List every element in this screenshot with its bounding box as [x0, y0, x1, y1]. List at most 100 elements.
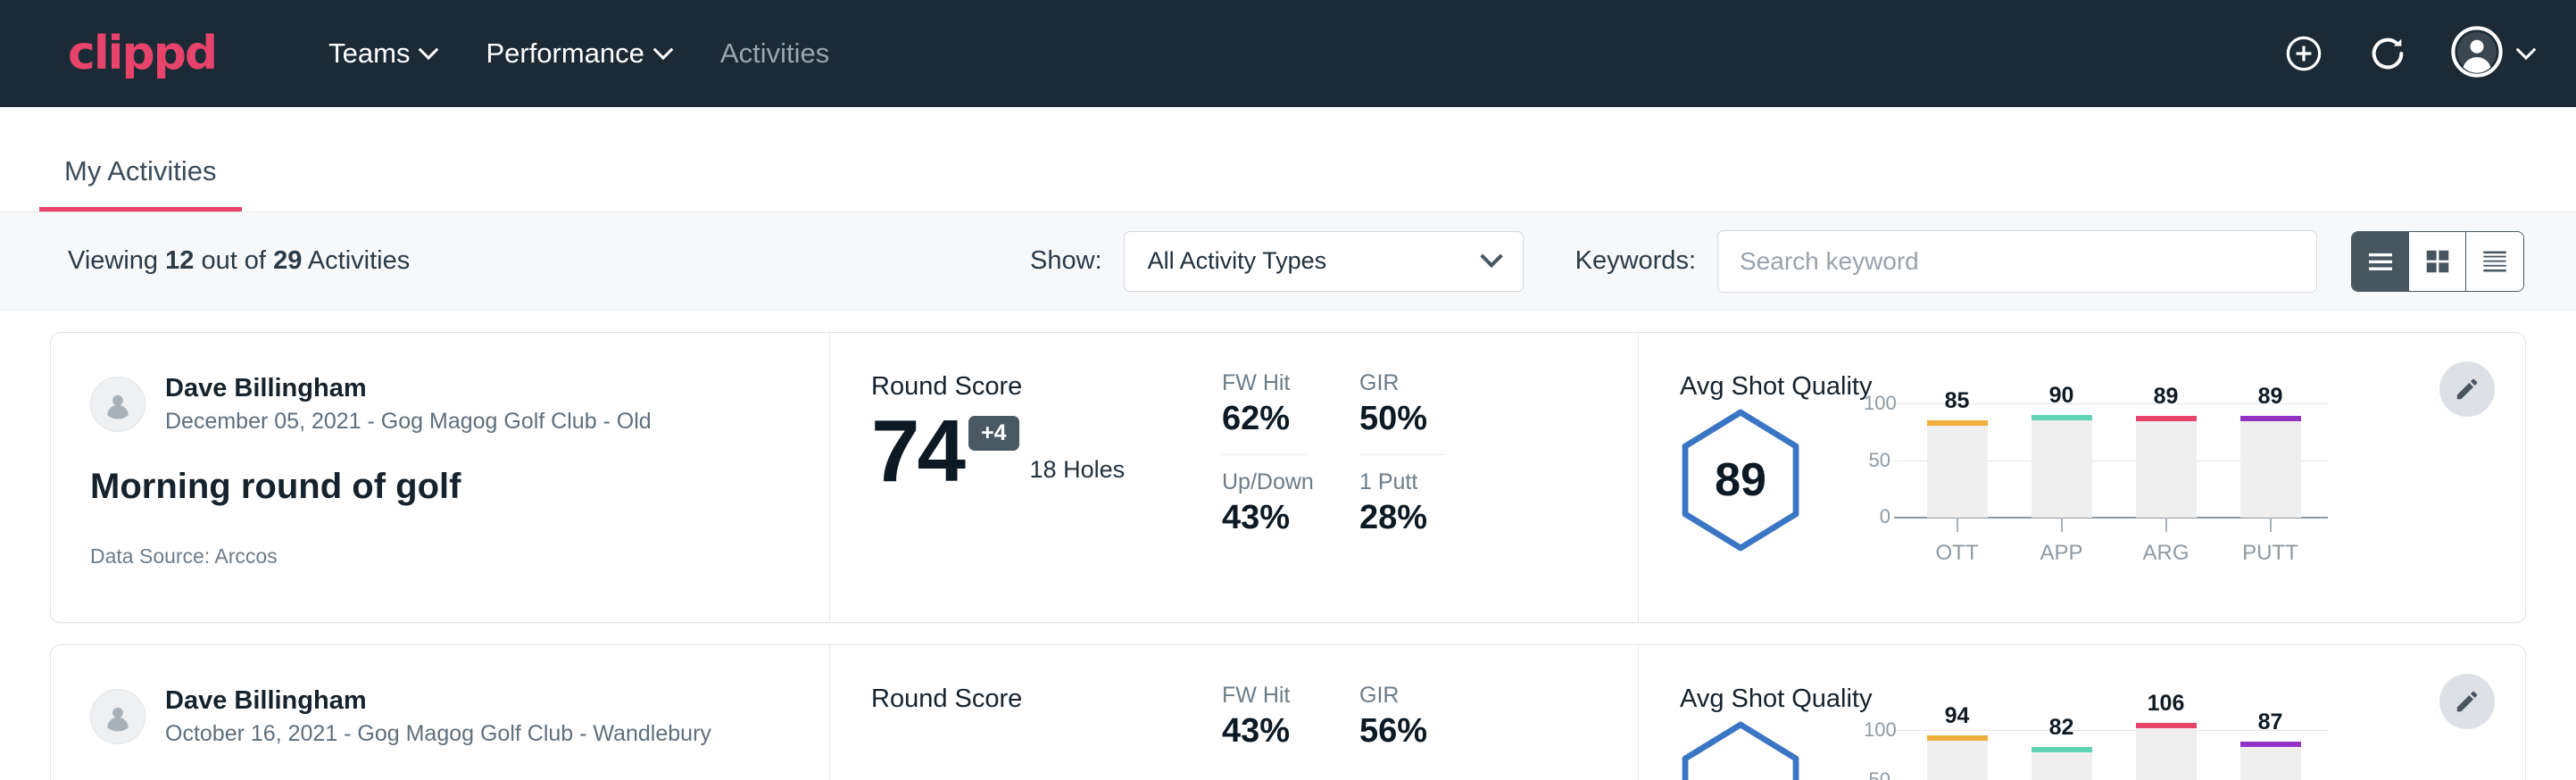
player-name: Dave Billingham [165, 685, 711, 717]
shot-quality-label: Avg Shot Quality [1680, 685, 2525, 714]
stat-group-right: GIR 50% 1 Putt 28% [1359, 370, 1445, 622]
bar-cap [2240, 742, 2301, 747]
bar-value: 89 [2218, 384, 2323, 410]
player-identity: Dave Billingham December 05, 2021 - Gog … [90, 372, 829, 436]
bar-ott [1927, 735, 1988, 780]
stats-column: FW Hit 62% Up/Down 43% GIR 50% 1 Putt 28… [1222, 333, 1638, 622]
stat-value: 56% [1359, 712, 1445, 751]
tick-mark [2270, 518, 2272, 532]
main-nav: Teams Performance Activities [303, 25, 854, 82]
y-tick-100: 100 [1864, 718, 1890, 742]
refresh-icon[interactable] [2367, 33, 2408, 74]
shot-quality-hexagon: 89 [1680, 409, 1801, 552]
bar-cap [1927, 735, 1988, 741]
nav-item-activities[interactable]: Activities [695, 25, 854, 82]
chart-x-axis: OTT APP ARG [1905, 518, 2323, 566]
user-menu[interactable] [2451, 26, 2533, 82]
header-actions [2283, 26, 2533, 82]
bar-cap [2136, 416, 2197, 421]
player-name: Dave Billingham [165, 372, 652, 404]
avatar [90, 689, 145, 744]
shot-quality-body: 89 100 50 0 85 [1680, 403, 2525, 552]
activity-type-select[interactable]: All Activity Types [1124, 231, 1524, 292]
tick-mark [2165, 518, 2167, 532]
chart-bars: 94 82 [1905, 716, 2323, 780]
app-header: clippd Teams Performance Activities [0, 0, 2576, 107]
chevron-down-icon [2516, 39, 2537, 60]
bar-value: 87 [2218, 709, 2323, 735]
x-tick: PUTT [2218, 518, 2323, 566]
shot-quality-column: Avg Shot Quality 89 100 50 0 [1638, 333, 2525, 622]
viewing-count-text: Viewing 12 out of 29 Activities [68, 246, 410, 276]
stat-group-left: FW Hit 62% Up/Down 43% [1222, 370, 1308, 622]
edit-activity-button[interactable] [2439, 361, 2495, 417]
viewing-middle: out of [201, 246, 266, 275]
shot-quality-column: Avg Shot Quality 100 50 0 [1638, 645, 2525, 780]
stat-label: GIR [1359, 370, 1445, 396]
bar-value: 90 [2009, 383, 2114, 409]
shot-quality-value [1680, 721, 1801, 780]
list-view-button[interactable] [2352, 232, 2409, 291]
bar-slot: 85 [1905, 403, 2009, 518]
show-label: Show: [1030, 246, 1102, 276]
activity-title: Morning round of golf [90, 467, 829, 507]
stat-label: Up/Down [1222, 469, 1308, 495]
x-tick: APP [2009, 518, 2114, 566]
stat-group-right: GIR 56% [1359, 683, 1445, 780]
bar-value: 82 [2009, 715, 2114, 741]
shot-quality-value: 89 [1680, 409, 1801, 552]
chevron-down-icon [419, 39, 439, 60]
x-label: PUTT [2218, 541, 2323, 566]
round-score-column: Round Score [829, 645, 1222, 780]
plus-circle-icon[interactable] [2283, 33, 2324, 74]
activity-card[interactable]: Dave Billingham October 16, 2021 - Gog M… [50, 644, 2526, 780]
x-tick: ARG [2114, 518, 2218, 566]
bar-cap [2240, 416, 2301, 421]
grid-view-button[interactable] [2409, 232, 2466, 291]
tab-my-activities[interactable]: My Activities [39, 155, 242, 212]
card-info-column: Dave Billingham October 16, 2021 - Gog M… [51, 645, 829, 780]
keywords-label: Keywords: [1575, 246, 1696, 276]
nav-item-teams[interactable]: Teams [303, 25, 461, 82]
chart-bars: 85 90 [1905, 403, 2323, 518]
nav-item-label: Teams [328, 37, 410, 70]
bar-slot: 89 [2114, 403, 2218, 518]
bar-cap [1927, 420, 1988, 426]
search-input[interactable] [1717, 230, 2317, 293]
player-text: Dave Billingham December 05, 2021 - Gog … [165, 372, 652, 436]
nav-item-performance[interactable]: Performance [461, 25, 694, 82]
round-score-value: 74 [871, 407, 963, 494]
x-label: OTT [1905, 541, 2009, 566]
clippd-logo[interactable]: clippd [68, 27, 216, 80]
stat-value: 62% [1222, 400, 1308, 438]
x-label: ARG [2114, 541, 2218, 566]
y-tick-0: 0 [1864, 505, 1890, 528]
x-tick: OTT [1905, 518, 2009, 566]
round-score-label: Round Score [871, 372, 1222, 402]
viewing-count: 12 [165, 246, 194, 275]
bar-slot: 87 [2218, 716, 2323, 780]
player-text: Dave Billingham October 16, 2021 - Gog M… [165, 685, 711, 749]
shot-quality-chart: 100 50 0 85 90 [1864, 403, 2328, 518]
divider [1222, 454, 1308, 455]
tab-bar: My Activities [0, 107, 2576, 212]
edit-activity-button[interactable] [2439, 674, 2495, 729]
activity-type-value: All Activity Types [1148, 247, 1483, 275]
holes-count: 18 Holes [1030, 456, 1126, 484]
bar-cap [2032, 747, 2092, 752]
chevron-down-icon [653, 39, 674, 60]
y-tick-50: 50 [1864, 768, 1890, 780]
stat-label: FW Hit [1222, 370, 1308, 396]
bar-value: 89 [2114, 384, 2218, 410]
activity-card[interactable]: Dave Billingham December 05, 2021 - Gog … [50, 332, 2526, 623]
bar-arg [2136, 416, 2197, 518]
stat-value: 50% [1359, 400, 1445, 438]
activity-meta: October 16, 2021 - Gog Magog Golf Club -… [165, 719, 711, 749]
activity-meta: December 05, 2021 - Gog Magog Golf Club … [165, 407, 652, 436]
round-score-label: Round Score [871, 685, 1222, 714]
bar-slot: 106 [2114, 716, 2218, 780]
bar-slot: 82 [2009, 716, 2114, 780]
compact-view-button[interactable] [2466, 232, 2523, 291]
data-source: Data Source: Arccos [90, 544, 829, 568]
nav-item-label: Activities [720, 37, 829, 70]
